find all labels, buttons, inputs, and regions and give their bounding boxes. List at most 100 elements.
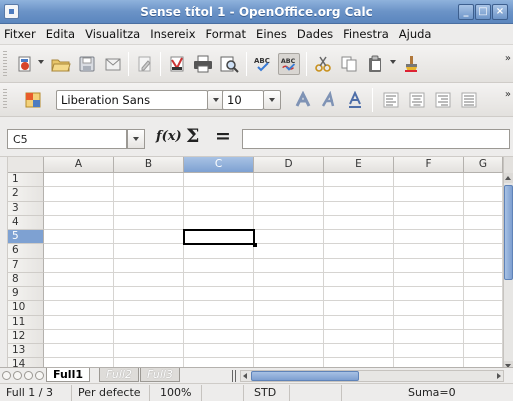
select-all-corner[interactable]: [8, 157, 44, 173]
underline-icon[interactable]: [344, 89, 366, 111]
sheet-tab-full3[interactable]: Full3: [140, 368, 180, 382]
vertical-split-handle[interactable]: [503, 157, 513, 173]
status-page-style[interactable]: Per defecte: [74, 385, 150, 401]
spellcheck-icon[interactable]: ABC: [252, 53, 274, 75]
row-header-7[interactable]: 7: [8, 258, 44, 273]
font-size-dropdown[interactable]: [263, 90, 281, 110]
horizontal-scrollbar[interactable]: [240, 370, 504, 382]
previous-sheet-icon[interactable]: [13, 371, 22, 380]
scroll-up-icon[interactable]: [504, 173, 513, 183]
column-header-c[interactable]: C: [184, 157, 254, 173]
row-header-1[interactable]: 1: [8, 173, 44, 188]
menu-insereix[interactable]: Insereix: [150, 27, 195, 41]
column-header-g[interactable]: G: [464, 157, 503, 173]
last-sheet-icon[interactable]: [35, 371, 44, 380]
toolbar-more-icon[interactable]: »: [505, 53, 511, 64]
toolbar-grip[interactable]: [3, 51, 7, 76]
minimize-icon[interactable]: _: [458, 4, 474, 20]
row-header-4[interactable]: 4: [8, 215, 44, 230]
print-icon[interactable]: [192, 53, 214, 75]
menu-dades[interactable]: Dades: [297, 27, 333, 41]
row-header-6[interactable]: 6: [8, 244, 44, 259]
bold-icon[interactable]: [292, 89, 314, 111]
menu-visualitza[interactable]: Visualitza: [85, 27, 140, 41]
status-modified: [292, 385, 342, 401]
toolbar-more-icon[interactable]: »: [505, 89, 511, 100]
column-header-a[interactable]: A: [44, 157, 114, 173]
formula-input[interactable]: [242, 129, 510, 149]
sum-icon[interactable]: Σ: [186, 125, 199, 147]
format-paintbrush-icon[interactable]: [400, 53, 422, 75]
font-name-input[interactable]: Liberation Sans: [56, 90, 208, 110]
open-icon[interactable]: [50, 53, 72, 75]
column-header-e[interactable]: E: [324, 157, 394, 173]
function-wizard-icon[interactable]: f(x): [156, 129, 182, 144]
title-bar: Sense títol 1 - OpenOffice.org Calc _ □ …: [0, 0, 513, 24]
page-preview-icon[interactable]: [218, 53, 240, 75]
sheet-tabs-bar: Full1 Full2 Full3: [0, 367, 513, 383]
autospellcheck-icon[interactable]: ABC: [278, 53, 300, 75]
function-icon[interactable]: =: [215, 125, 231, 147]
menu-format[interactable]: Format: [206, 27, 247, 41]
align-right-icon[interactable]: [432, 89, 454, 111]
column-header-d[interactable]: D: [254, 157, 324, 173]
close-icon[interactable]: ×: [492, 4, 508, 20]
grid-row-line: [44, 229, 503, 230]
status-selection-mode[interactable]: STD: [246, 385, 290, 401]
menu-fitxer[interactable]: Fitxer: [4, 27, 36, 41]
grid-left-strip: [0, 157, 8, 371]
grid-row-line: [44, 257, 503, 259]
email-icon[interactable]: [102, 53, 124, 75]
styles-icon[interactable]: [22, 89, 44, 111]
toolbar-separator: [372, 88, 373, 112]
paste-icon[interactable]: [364, 53, 386, 75]
menu-eines[interactable]: Eines: [256, 27, 287, 41]
sheet-tab-full2[interactable]: Full2: [99, 368, 139, 382]
horizontal-scroll-thumb[interactable]: [251, 371, 359, 381]
align-center-icon[interactable]: [406, 89, 428, 111]
paste-dropdown-icon[interactable]: [390, 60, 396, 64]
row-header-8[interactable]: 8: [8, 272, 44, 287]
scroll-left-icon[interactable]: [243, 373, 247, 379]
menu-edita[interactable]: Edita: [46, 27, 75, 41]
column-header-f[interactable]: F: [394, 157, 464, 173]
align-left-icon[interactable]: [380, 89, 402, 111]
status-empty: [204, 385, 244, 401]
save-icon[interactable]: [76, 53, 98, 75]
row-header-10[interactable]: 10: [8, 301, 44, 316]
export-pdf-icon[interactable]: [166, 53, 188, 75]
sheet-tab-full1[interactable]: Full1: [46, 368, 90, 382]
menu-ajuda[interactable]: Ajuda: [399, 27, 432, 41]
first-sheet-icon[interactable]: [2, 371, 11, 380]
font-size-input[interactable]: 10: [222, 90, 264, 110]
name-box[interactable]: C5: [7, 129, 127, 149]
scroll-right-icon[interactable]: [497, 373, 501, 379]
justify-icon[interactable]: [458, 89, 480, 111]
next-sheet-icon[interactable]: [24, 371, 33, 380]
status-zoom[interactable]: 100%: [152, 385, 202, 401]
vertical-scroll-thumb[interactable]: [504, 185, 513, 280]
maximize-icon[interactable]: □: [475, 4, 491, 20]
vertical-scrollbar[interactable]: [503, 173, 513, 371]
row-header-13[interactable]: 13: [8, 344, 44, 359]
horizontal-split-handle[interactable]: [232, 370, 236, 382]
row-header-2[interactable]: 2: [8, 187, 44, 202]
column-header-b[interactable]: B: [114, 157, 184, 173]
row-header-3[interactable]: 3: [8, 201, 44, 216]
row-header-12[interactable]: 12: [8, 329, 44, 344]
menu-finestra[interactable]: Finestra: [343, 27, 389, 41]
toolbar-grip[interactable]: [3, 89, 7, 110]
new-dropdown-icon[interactable]: [38, 60, 44, 64]
name-box-dropdown[interactable]: [127, 129, 145, 149]
row-header-9[interactable]: 9: [8, 287, 44, 302]
italic-icon[interactable]: [318, 89, 340, 111]
edit-file-icon[interactable]: [134, 53, 156, 75]
toolbar-separator: [246, 52, 247, 76]
copy-icon[interactable]: [338, 53, 360, 75]
cut-icon[interactable]: [312, 53, 334, 75]
new-document-icon[interactable]: [14, 53, 36, 75]
row-header-11[interactable]: 11: [8, 315, 44, 330]
cell-cursor[interactable]: [183, 229, 257, 248]
spreadsheet-grid[interactable]: A B C D E F G 1 2 3 4 5 6 7 8 9 10 11 12 13 14: [0, 157, 503, 371]
row-header-5[interactable]: 5: [8, 230, 44, 245]
